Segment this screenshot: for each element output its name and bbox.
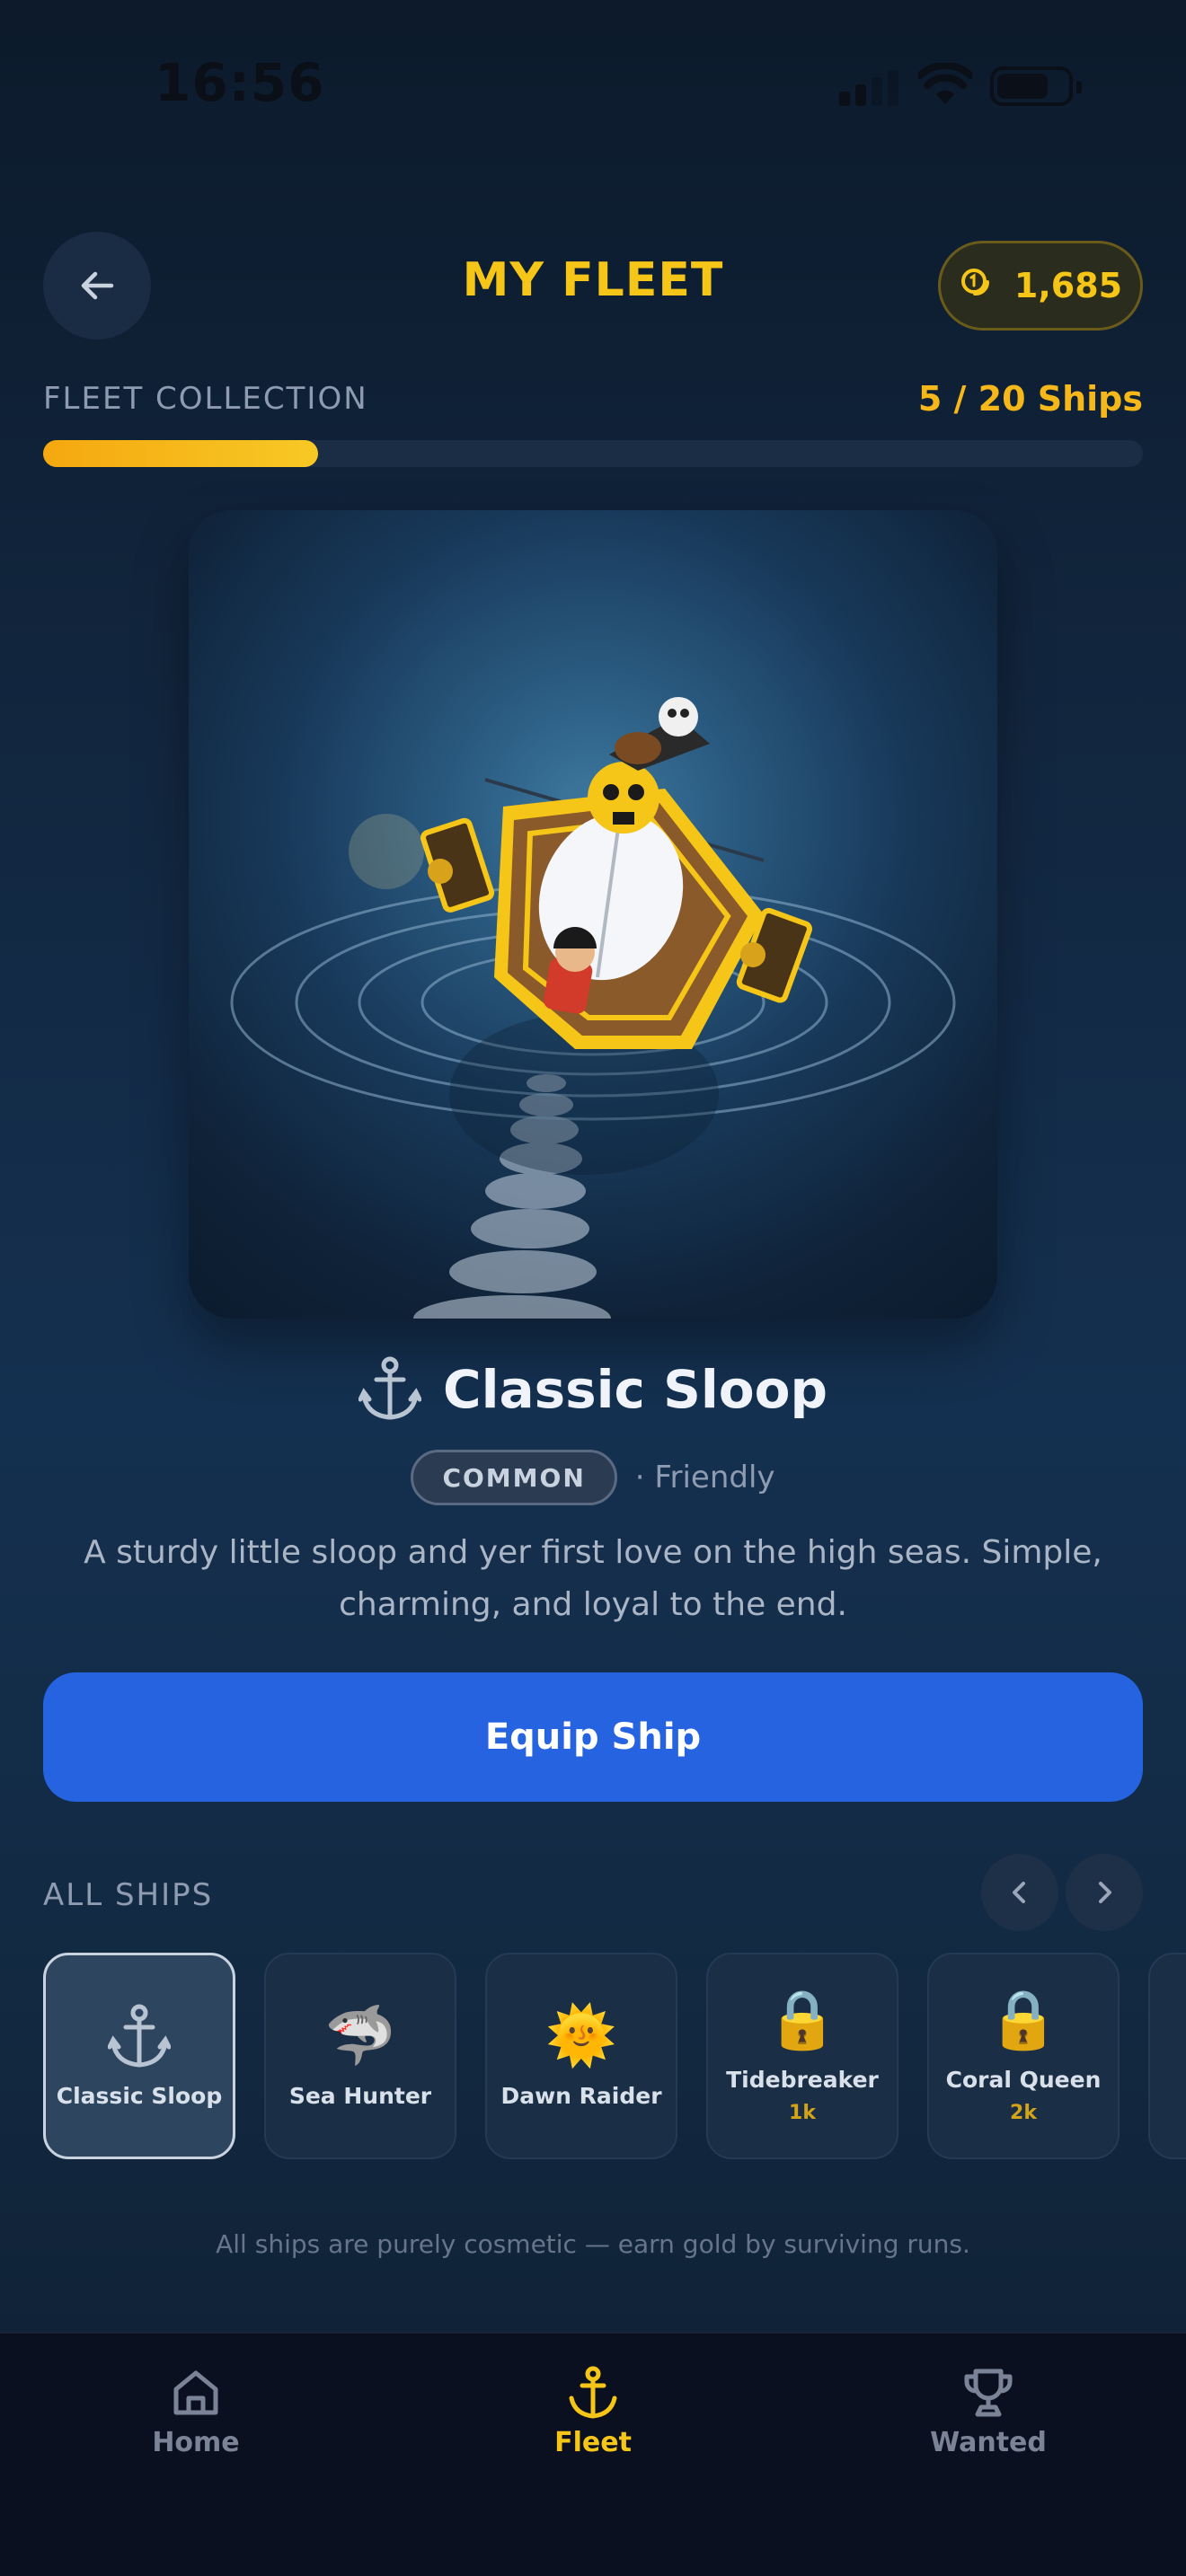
ship-illustration xyxy=(230,697,956,1319)
ship-tile-label: Tidebreaker xyxy=(726,2067,879,2093)
ship-name: Classic Sloop xyxy=(443,1359,828,1420)
collection-progress-fill xyxy=(43,440,318,467)
nav-label: Wanted xyxy=(930,2427,1047,2458)
signal-icon xyxy=(839,70,902,106)
nav-item-wanted[interactable]: Wanted xyxy=(881,2366,1096,2458)
ship-tags: COMMON · Friendly xyxy=(0,1450,1186,1505)
ship-tile-label: Dawn Raider xyxy=(500,2082,662,2109)
coin-balance[interactable]: 1,685 xyxy=(938,241,1143,331)
anchor-icon xyxy=(358,1356,422,1420)
anchor-icon xyxy=(569,2366,617,2419)
sun-icon: 🌞 xyxy=(545,2002,617,2069)
ship-tile-price: 2k xyxy=(1010,2102,1037,2124)
collection-progress-bar xyxy=(43,440,1143,467)
ship-tile-partial[interactable] xyxy=(1148,1953,1186,2159)
ship-preview xyxy=(189,510,997,1319)
ships-next-button[interactable] xyxy=(1066,1854,1143,1931)
ship-tile[interactable]: Classic Sloop xyxy=(43,1953,235,2159)
lock-icon: 🔒 xyxy=(766,1987,838,2053)
collection-label: FLEET COLLECTION xyxy=(43,381,368,417)
ship-tile-price: 1k xyxy=(789,2102,816,2124)
ship-tile-locked[interactable]: 🔒 Tidebreaker 1k xyxy=(706,1953,898,2159)
nav-label: Fleet xyxy=(554,2427,632,2458)
trophy-icon xyxy=(964,2369,1013,2417)
wifi-icon xyxy=(918,63,972,104)
ship-description: A sturdy little sloop and yer first love… xyxy=(84,1534,1102,1623)
nav-item-home[interactable]: Home xyxy=(88,2366,304,2458)
nav-item-fleet[interactable]: Fleet xyxy=(485,2366,701,2458)
ship-tile-locked[interactable]: 🔒 Coral Queen 2k xyxy=(927,1953,1120,2159)
coin-value: 1,685 xyxy=(1013,266,1123,305)
lock-icon: 🔒 xyxy=(987,1987,1059,2053)
coins-icon xyxy=(960,269,989,296)
chevron-left-icon xyxy=(1013,1882,1025,1903)
home-indicator xyxy=(395,2538,791,2551)
equip-ship-button[interactable]: Equip Ship xyxy=(43,1672,1143,1802)
ship-tile-label: Sea Hunter xyxy=(288,2082,432,2109)
status-bar: 16:56 xyxy=(0,0,1186,171)
footer-note: All ships are purely cosmetic — earn gol… xyxy=(216,2229,970,2259)
home-icon xyxy=(173,2370,218,2415)
ships-prev-button[interactable] xyxy=(981,1854,1058,1931)
rarity-badge: COMMON xyxy=(411,1450,617,1505)
battery-icon xyxy=(990,66,1082,106)
chevron-right-icon xyxy=(1099,1882,1111,1903)
nav-label: Home xyxy=(152,2427,240,2458)
ship-name-row: Classic Sloop xyxy=(0,1356,1186,1423)
ship-tile[interactable]: 🦈 Sea Hunter xyxy=(264,1953,456,2159)
ships-carousel[interactable]: Classic Sloop 🦈 Sea Hunter 🌞 Dawn Raider… xyxy=(43,1953,1186,2161)
ship-tile[interactable]: 🌞 Dawn Raider xyxy=(485,1953,677,2159)
status-time: 16:56 xyxy=(155,52,325,113)
all-ships-label: ALL SHIPS xyxy=(43,1877,214,1913)
ship-tile-label: Classic Sloop xyxy=(56,2082,223,2109)
collection-count: 5 / 20 Ships xyxy=(917,379,1143,419)
anchor-icon xyxy=(107,2004,172,2072)
ship-tile-label: Coral Queen xyxy=(945,2067,1102,2093)
ship-temperament: · Friendly xyxy=(634,1460,775,1495)
shark-icon: 🦈 xyxy=(324,2002,396,2069)
